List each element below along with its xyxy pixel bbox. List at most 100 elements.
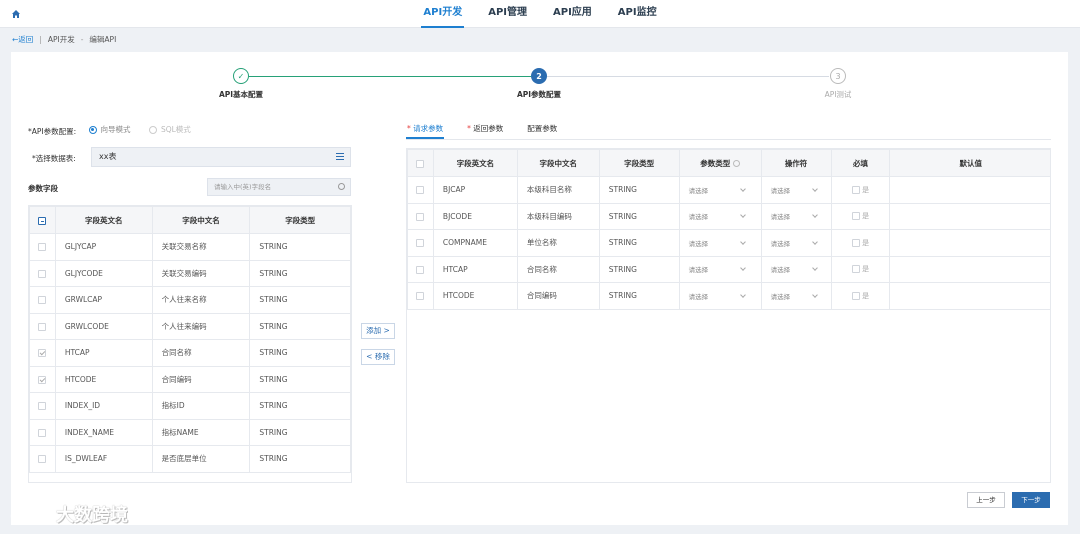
operator-cell: 请选择: [760, 176, 832, 204]
table-row[interactable]: GLJYCAP 关联交易名称 STRING: [29, 233, 351, 261]
row-checkbox[interactable]: [38, 455, 47, 464]
row-checkbox[interactable]: [416, 292, 425, 301]
required-checkbox[interactable]: [851, 265, 860, 274]
row-checkbox[interactable]: [38, 243, 47, 252]
param-type-select[interactable]: 请选择: [689, 264, 746, 274]
param-type-cell: 请选择: [678, 202, 762, 230]
top-navigation-bar: API开发 API管理 API应用 API监控: [0, 0, 1080, 28]
operator-select[interactable]: 请选择: [770, 291, 818, 301]
required-checkbox[interactable]: [851, 291, 860, 300]
required-label: 是: [862, 212, 870, 221]
col-header-cn: 字段中文名: [516, 149, 600, 177]
remove-button[interactable]: < 移除: [361, 349, 395, 365]
param-type-select[interactable]: 请选择: [689, 238, 746, 248]
tab-config-params[interactable]: 配置参数: [526, 122, 558, 139]
field-type: STRING: [598, 176, 680, 204]
field-en-name: HTCAP: [54, 339, 153, 367]
operator-select[interactable]: 请选择: [771, 238, 818, 248]
default-value-cell[interactable]: [889, 176, 1050, 204]
table-row[interactable]: GRWLCAP 个人往来名称 STRING: [29, 286, 351, 314]
prev-step-button[interactable]: 上一步: [967, 492, 1005, 508]
required-checkbox[interactable]: [851, 238, 860, 247]
row-checkbox[interactable]: [38, 269, 47, 278]
chevron-down-icon: [739, 185, 746, 192]
table-row[interactable]: HTCAP 合同名称 STRING 请选择 请选择 是: [407, 255, 1050, 283]
tab-label: 返回参数: [473, 124, 504, 133]
select-all-checkbox[interactable]: [416, 159, 425, 168]
row-checkbox[interactable]: [416, 186, 425, 195]
add-button[interactable]: 添加 >: [361, 323, 395, 339]
select-placeholder: 请选择: [770, 266, 791, 275]
search-icon[interactable]: [338, 183, 345, 190]
field-cn-name: 个人往来编码: [151, 312, 251, 340]
param-type-select[interactable]: 请选择: [688, 291, 746, 301]
help-icon[interactable]: [732, 160, 740, 167]
required-checkbox[interactable]: [851, 185, 860, 194]
row-checkbox[interactable]: [38, 296, 47, 305]
table-row[interactable]: GLJYCODE 关联交易编码 STRING: [29, 259, 351, 287]
table-select[interactable]: xx表: [91, 147, 351, 167]
param-config-label: *API参数配置:: [28, 126, 77, 136]
main-card: ✓ API基本配置 2 API参数配置 3 API测试 *API参数配置: 向导…: [11, 52, 1068, 525]
table-row[interactable]: INDEX_ID 指标ID STRING: [29, 392, 351, 420]
row-checkbox[interactable]: [416, 212, 425, 221]
field-search-input[interactable]: 请输入中(英)字段名: [207, 178, 351, 196]
back-link[interactable]: ←返回: [12, 34, 33, 45]
nav-item-api-manage[interactable]: API管理: [486, 0, 529, 28]
select-placeholder: 请选择: [770, 292, 791, 301]
table-row[interactable]: HTCODE 合同编码 STRING 请选择 请选择 是: [407, 282, 1050, 310]
operator-select[interactable]: 请选择: [770, 264, 818, 275]
row-checkbox-cell: [29, 418, 56, 446]
row-checkbox[interactable]: [38, 349, 47, 358]
table-row[interactable]: BJCAP 本级科目名称 STRING 请选择 请选择 是: [407, 176, 1050, 204]
default-value-cell[interactable]: [889, 282, 1050, 310]
row-checkbox[interactable]: [38, 402, 47, 411]
mode-sql-radio[interactable]: SQL模式: [148, 124, 191, 135]
required-checkbox[interactable]: [851, 212, 860, 221]
row-checkbox[interactable]: [416, 265, 425, 274]
default-value-cell[interactable]: [889, 229, 1050, 257]
table-row[interactable]: COMPNAME 单位名称 STRING 请选择 请选择 是: [407, 229, 1050, 257]
field-en-name: HTCAP: [432, 255, 518, 283]
table-row[interactable]: BJCODE 本级科目编码 STRING 请选择 请选择 是: [407, 202, 1050, 230]
tab-request-params[interactable]: * 请求参数: [406, 122, 445, 139]
row-checkbox[interactable]: [416, 239, 425, 248]
breadcrumb: ←返回 | API开发 - 编辑API: [12, 33, 116, 45]
step-api-test: 3 API测试: [798, 68, 878, 100]
row-checkbox[interactable]: [38, 322, 47, 331]
nav-item-api-monitor[interactable]: API监控: [616, 0, 659, 28]
nav-item-api-dev[interactable]: API开发: [421, 0, 465, 28]
operator-select[interactable]: 请选择: [770, 211, 818, 222]
next-step-button[interactable]: 下一步: [1012, 492, 1050, 508]
default-value-cell[interactable]: [889, 255, 1050, 283]
field-cn-name: 合同编码: [516, 282, 600, 310]
field-cn-name: 指标ID: [151, 392, 251, 420]
breadcrumb-level1[interactable]: API开发: [48, 34, 75, 45]
table-row[interactable]: HTCAP 合同名称 STRING: [29, 339, 351, 367]
nav-item-api-apply[interactable]: API应用: [551, 0, 594, 28]
check-icon: ✓: [233, 68, 249, 84]
select-all-checkbox[interactable]: [38, 216, 47, 225]
list-icon: [336, 153, 344, 160]
table-row[interactable]: GRWLCODE 个人往来编码 STRING: [29, 312, 351, 340]
default-value-cell[interactable]: [889, 202, 1050, 230]
select-placeholder: 请选择: [770, 213, 791, 222]
table-row[interactable]: INDEX_NAME 指标NAME STRING: [29, 418, 351, 446]
param-tabs: * 请求参数 * 返回参数 配置参数: [406, 122, 1051, 140]
row-checkbox[interactable]: [38, 428, 47, 437]
mode-guide-radio[interactable]: 向导模式: [88, 124, 131, 135]
operator-cell: 请选择: [760, 282, 832, 310]
tab-response-params[interactable]: * 返回参数: [466, 122, 504, 139]
row-checkbox-cell: [29, 312, 56, 340]
radio-dot: [148, 125, 157, 134]
param-type-select[interactable]: 请选择: [689, 211, 746, 221]
table-row[interactable]: HTCODE 合同编码 STRING: [29, 365, 351, 393]
chevron-down-icon: [739, 265, 746, 272]
field-cn-name: 本级科目编码: [516, 202, 600, 230]
operator-select[interactable]: 请选择: [771, 185, 818, 195]
table-row[interactable]: IS_DWLEAF 是否底层单位 STRING: [29, 445, 351, 473]
required-cell: 是: [830, 282, 891, 310]
row-checkbox[interactable]: [38, 375, 47, 384]
select-placeholder: 请选择: [688, 292, 709, 301]
param-type-select[interactable]: 请选择: [689, 185, 746, 195]
